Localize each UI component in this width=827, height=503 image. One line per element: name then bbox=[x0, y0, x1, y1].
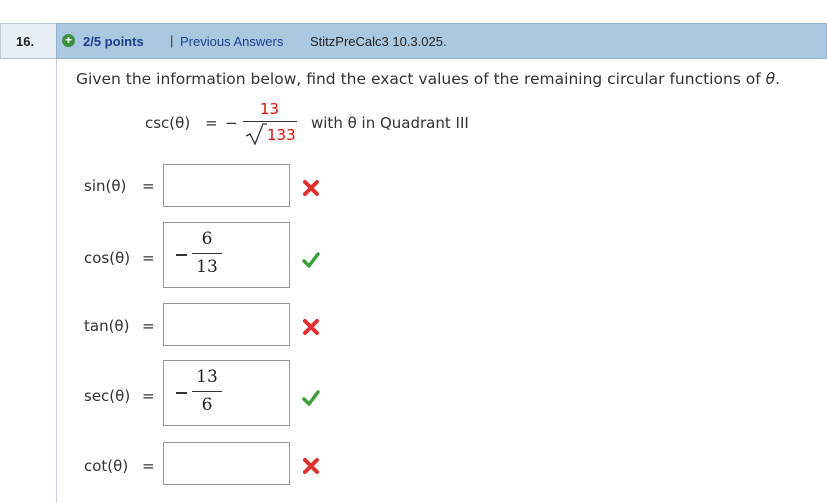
answer-row-sec: sec(θ) = 13 6 bbox=[0, 359, 827, 426]
row-equals: = bbox=[142, 457, 155, 475]
row-equals: = bbox=[142, 177, 155, 195]
answer-input-cos[interactable]: 6 13 bbox=[163, 222, 290, 288]
row-label: tan(θ) bbox=[84, 317, 130, 335]
check-icon bbox=[302, 252, 320, 268]
answer-input-sec[interactable]: 13 6 bbox=[163, 360, 290, 426]
fraction-numerator: 13 bbox=[196, 367, 218, 387]
fraction-denominator: 6 bbox=[201, 395, 213, 415]
given-numerator: 13 bbox=[260, 100, 280, 118]
points-label: 2/5 points bbox=[83, 34, 144, 49]
question-number-box: 16. bbox=[0, 23, 56, 59]
row-equals: = bbox=[142, 249, 155, 267]
minus-sign bbox=[176, 392, 187, 394]
plus-circle-icon[interactable]: + bbox=[62, 34, 75, 47]
given-equation: csc(θ) = − 13 133 with θ in Quadrant III bbox=[145, 100, 545, 146]
row-label: sin(θ) bbox=[84, 177, 127, 195]
header-separator: | bbox=[170, 33, 174, 48]
given-radicand: 133 bbox=[267, 126, 296, 144]
previous-answers-link[interactable]: Previous Answers bbox=[180, 34, 283, 49]
row-equals: = bbox=[142, 387, 155, 405]
x-icon bbox=[303, 458, 319, 474]
fraction-bar bbox=[243, 121, 297, 122]
fraction-bar bbox=[192, 253, 222, 254]
question-header-bar: + 2/5 points | Previous Answers StitzPre… bbox=[56, 23, 827, 59]
fraction-numerator: 6 bbox=[201, 229, 213, 249]
minus-sign bbox=[176, 254, 187, 256]
question-header: 16. + 2/5 points | Previous Answers Stit… bbox=[0, 23, 827, 59]
answer-row-sin: sin(θ) = bbox=[0, 162, 827, 207]
fraction-bar bbox=[192, 391, 222, 392]
prompt-text: Given the information below, find the ex… bbox=[76, 70, 766, 88]
row-equals: = bbox=[142, 317, 155, 335]
prompt-theta: θ bbox=[765, 70, 776, 88]
given-sign: − bbox=[225, 114, 238, 132]
square-root-icon bbox=[245, 123, 267, 145]
question-number: 16. bbox=[16, 34, 35, 49]
row-label: sec(θ) bbox=[84, 387, 131, 405]
answer-row-tan: tan(θ) = bbox=[0, 302, 827, 346]
prompt-period: . bbox=[775, 70, 781, 88]
problem-source: StitzPreCalc3 10.3.025. bbox=[310, 34, 447, 49]
answer-row-cos: cos(θ) = 6 13 bbox=[0, 220, 827, 288]
answer-input-cot[interactable] bbox=[163, 442, 290, 485]
given-equals: = bbox=[205, 114, 218, 132]
answer-row-cot: cot(θ) = bbox=[0, 441, 827, 485]
fraction-denominator: 13 bbox=[196, 257, 218, 277]
given-function: csc(θ) bbox=[145, 114, 191, 132]
question-left-border bbox=[56, 59, 57, 503]
x-icon bbox=[303, 180, 319, 196]
answer-fraction: 6 13 bbox=[164, 223, 289, 287]
question-prompt: Given the information below, find the ex… bbox=[76, 70, 780, 88]
answer-input-sin[interactable] bbox=[163, 164, 290, 207]
answer-fraction: 13 6 bbox=[164, 361, 289, 425]
check-icon bbox=[302, 390, 320, 406]
x-icon bbox=[303, 319, 319, 335]
row-label: cot(θ) bbox=[84, 457, 129, 475]
given-condition: with θ in Quadrant III bbox=[311, 114, 469, 132]
row-label: cos(θ) bbox=[84, 249, 131, 267]
answer-input-tan[interactable] bbox=[163, 303, 290, 346]
